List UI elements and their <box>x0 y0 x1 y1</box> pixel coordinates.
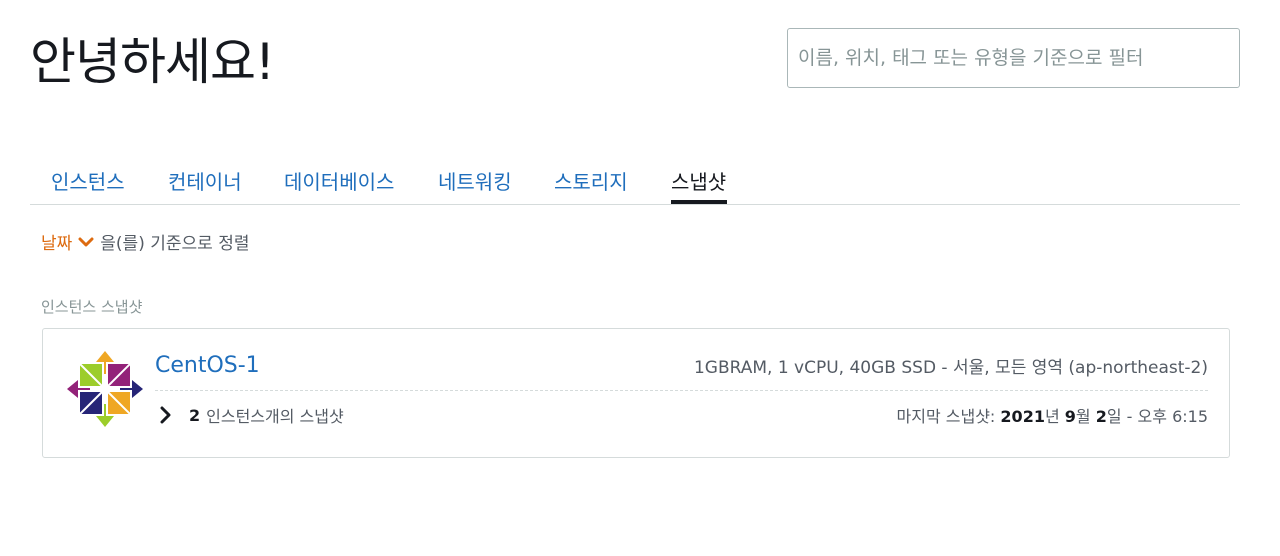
active-tab-indicator <box>671 200 727 204</box>
snapshots-expander[interactable]: 2 인스턴스개의 스냅샷 <box>159 403 344 427</box>
card-divider <box>155 390 1208 391</box>
filter-input[interactable] <box>788 29 1239 87</box>
filter-search-box[interactable] <box>787 28 1240 88</box>
tab-snapshots[interactable]: 스냅샷 <box>671 166 726 195</box>
tab-storage[interactable]: 스토리지 <box>554 166 628 195</box>
sort-suffix-label: 을(를) 기준으로 정렬 <box>100 234 250 254</box>
day-unit: 일 <box>1106 407 1122 426</box>
last-snapshot-month: 9 <box>1064 407 1076 426</box>
last-snapshot-year: 2021 <box>1000 407 1045 426</box>
last-snapshot-label: 마지막 스냅샷: <box>896 407 1001 426</box>
last-snapshot-info: 마지막 스냅샷: 2021년 9월 2일 - 오후 6:15 <box>897 403 1208 427</box>
sort-key-dropdown[interactable]: 날짜 <box>41 229 72 254</box>
snapshot-count: 2 <box>189 405 201 425</box>
last-snapshot-time: - 오후 6:15 <box>1121 407 1208 426</box>
sort-control: 날짜 을(를) 기준으로 정렬 <box>41 229 249 254</box>
snapshot-instance-name[interactable]: CentOS-1 <box>155 353 260 378</box>
instance-spec: 1GBRAM, 1 vCPU, 40GB SSD - 서울, 모든 영역 (ap… <box>693 358 1208 378</box>
tab-networking[interactable]: 네트워킹 <box>438 166 512 195</box>
chevron-right-icon[interactable] <box>159 406 173 424</box>
snapshot-count-label: 인스턴스개의 스냅샷 <box>206 407 344 426</box>
tab-instances[interactable]: 인스턴스 <box>51 166 125 195</box>
last-snapshot-day: 2 <box>1095 407 1107 426</box>
tab-containers[interactable]: 컨테이너 <box>168 166 242 195</box>
chevron-down-icon[interactable] <box>78 234 94 250</box>
month-unit: 월 <box>1075 407 1096 426</box>
snapshot-card: CentOS-1 1GBRAM, 1 vCPU, 40GB SSD - 서울, … <box>42 328 1230 458</box>
section-label: 인스턴스 스냅샷 <box>41 298 143 316</box>
resource-tabs: 인스턴스 컨테이너 데이터베이스 네트워킹 스토리지 스냅샷 <box>30 160 1240 205</box>
year-unit: 년 <box>1044 407 1065 426</box>
tab-databases[interactable]: 데이터베이스 <box>284 166 394 195</box>
centos-logo-icon <box>67 351 143 427</box>
page-greeting: 안녕하세요! <box>30 33 275 91</box>
